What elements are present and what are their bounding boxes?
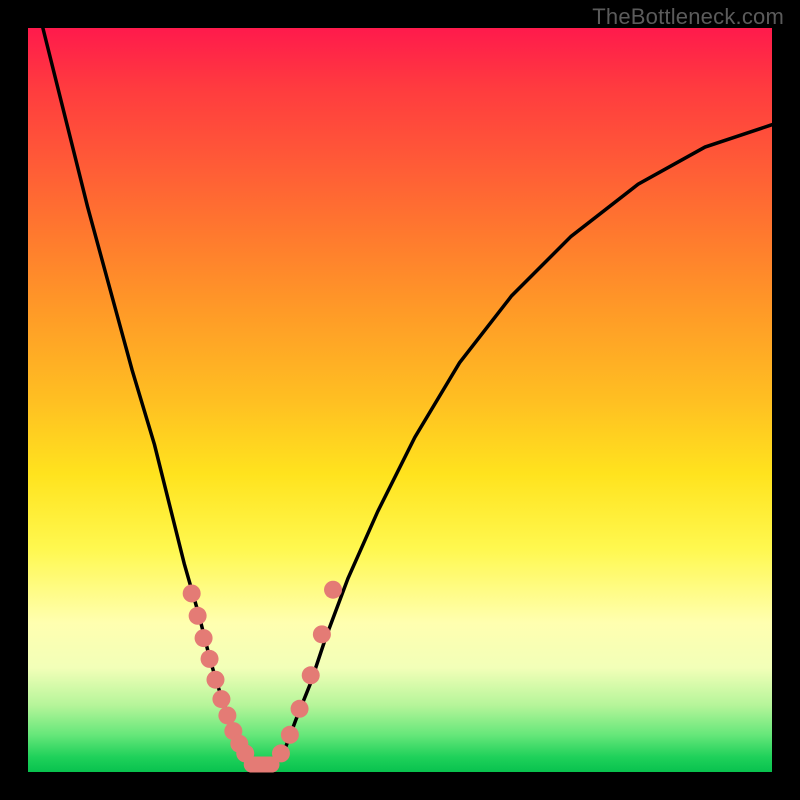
left-highlight-dot (212, 690, 230, 708)
right-highlight-dot (324, 581, 342, 599)
chart-overlay (28, 28, 772, 772)
chart-stage: TheBottleneck.com (0, 0, 800, 800)
right-highlight-dot (272, 744, 290, 762)
watermark-text: TheBottleneck.com (592, 4, 784, 30)
right-highlight-dot (291, 700, 309, 718)
left-highlight-dot (236, 744, 254, 762)
left-highlight-dot (189, 607, 207, 625)
left-highlight-dot (218, 706, 236, 724)
left-highlight-dot (183, 584, 201, 602)
right-highlight-dot (281, 726, 299, 744)
right-branch-curve (274, 125, 772, 765)
highlight-dot-layer (183, 581, 342, 773)
left-highlight-dot (201, 650, 219, 668)
right-highlight-dot (302, 666, 320, 684)
left-highlight-dot (206, 671, 224, 689)
left-highlight-dot (195, 629, 213, 647)
right-highlight-dot (313, 625, 331, 643)
left-branch-curve (43, 28, 251, 765)
curve-layer (43, 28, 772, 765)
